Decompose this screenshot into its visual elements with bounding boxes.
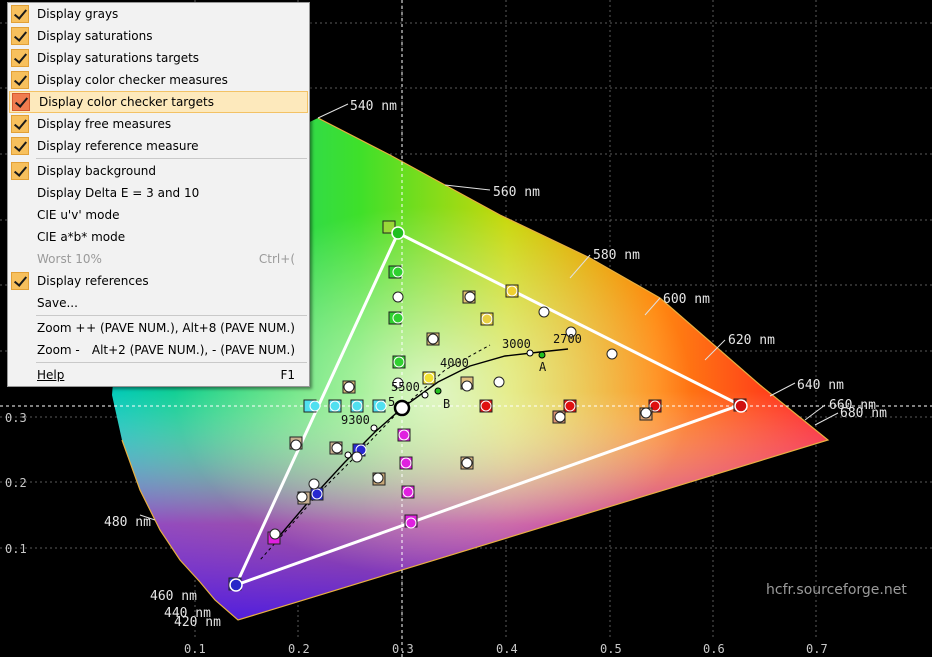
menu-separator — [36, 315, 307, 316]
x-tick-label: 0.3 — [392, 642, 414, 656]
menu-item-display-saturations-targets[interactable]: Display saturations targets — [8, 47, 309, 69]
wavelength-label: 560 nm — [493, 185, 540, 200]
y-tick-label: 0.3 — [5, 411, 27, 425]
green-measure-dot — [391, 226, 405, 240]
watermark: hcfr.sourceforge.net — [766, 582, 907, 598]
wavelength-label: 580 nm — [593, 248, 640, 263]
menu-item-display-free-measures[interactable]: Display free measures — [8, 113, 309, 135]
wavelength-label: 460 nm — [150, 589, 197, 604]
x-tick-label: 0.2 — [288, 642, 310, 656]
checkmark-icon — [11, 71, 29, 89]
checkmark-icon — [11, 49, 29, 67]
menu-item-zoom-in[interactable]: Zoom + + (PAVE NUM.), Alt+8 (PAVE NUM.) — [8, 317, 309, 339]
menu-item-display-saturations[interactable]: Display saturations — [8, 25, 309, 47]
checkmark-icon — [12, 93, 30, 111]
checkmark-icon — [11, 5, 29, 23]
wavelength-label: 540 nm — [350, 99, 397, 114]
context-menu: Display grays Display saturations Displa… — [7, 2, 310, 387]
cct-marker-b: B — [443, 397, 450, 411]
x-tick-label: 0.4 — [496, 642, 518, 656]
cct-label: 4000 — [440, 356, 469, 370]
menu-item-display-reference-measure[interactable]: Display reference measure — [8, 135, 309, 157]
menu-item-display-grays[interactable]: Display grays — [8, 3, 309, 25]
wavelength-label: 480 nm — [104, 515, 151, 530]
cct-label: 3000 — [502, 337, 531, 351]
checkmark-icon — [11, 137, 29, 155]
menu-item-zoom-out[interactable]: Zoom - Alt+2 (PAVE NUM.), - (PAVE NUM.) — [8, 339, 309, 361]
wavelength-label: 680 nm — [840, 406, 887, 421]
wavelength-label: 600 nm — [663, 292, 710, 307]
checkmark-icon — [11, 115, 29, 133]
checkmark-icon — [11, 162, 29, 180]
wavelength-label: 620 nm — [728, 333, 775, 348]
blue-measure-dot — [229, 578, 243, 592]
menu-item-display-references[interactable]: Display references — [8, 270, 309, 292]
y-tick-label: 0.1 — [5, 542, 27, 556]
cct-label: 5500 — [391, 380, 420, 394]
cct-label: 9300 — [341, 413, 370, 427]
menu-item-cie-ab-mode[interactable]: CIE a*b* mode — [8, 226, 309, 248]
x-tick-label: 0.6 — [703, 642, 725, 656]
cct-label: 2700 — [553, 332, 582, 346]
checkmark-icon — [11, 27, 29, 45]
menu-item-display-background[interactable]: Display background — [8, 160, 309, 182]
cct-label: 5 — [388, 395, 395, 409]
menu-item-display-delta-e[interactable]: Display Delta E = 3 and 10 — [8, 182, 309, 204]
x-tick-label: 0.5 — [600, 642, 622, 656]
red-measure-dot — [734, 399, 748, 413]
menu-item-help[interactable]: Help F1 — [8, 364, 309, 386]
menu-item-save[interactable]: Save... — [8, 292, 309, 314]
menu-separator — [36, 362, 307, 363]
checkmark-icon — [11, 272, 29, 290]
menu-item-display-color-checker-targets[interactable]: Display color checker targets — [9, 91, 308, 113]
menu-separator — [36, 158, 307, 159]
y-tick-label: 0.2 — [5, 476, 27, 490]
wavelength-label: 640 nm — [797, 378, 844, 393]
wavelength-label: 420 nm — [174, 615, 221, 630]
x-tick-label: 0.1 — [184, 642, 206, 656]
menu-item-display-color-checker-measures[interactable]: Display color checker measures — [8, 69, 309, 91]
menu-item-worst-10[interactable]: Worst 10% Ctrl+( — [8, 248, 309, 270]
cct-marker-a: A — [539, 360, 547, 374]
menu-item-cie-uv-mode[interactable]: CIE u'v' mode — [8, 204, 309, 226]
x-tick-label: 0.7 — [806, 642, 828, 656]
white-point-marker — [393, 399, 411, 417]
